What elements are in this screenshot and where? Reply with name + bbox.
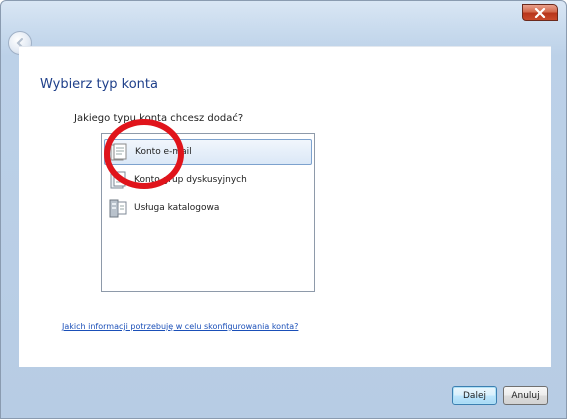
list-item-label: Konto grup dyskusyjnych [134, 175, 247, 185]
email-account-icon [108, 141, 130, 163]
account-type-list[interactable]: Konto e-mail Konto grup dyskusyjnych Usł… [101, 133, 315, 292]
content-panel: Wybierz typ konta Jakiego typu konta chc… [19, 46, 551, 367]
list-item-email-account[interactable]: Konto e-mail [104, 139, 312, 165]
page-title: Wybierz typ konta [40, 77, 158, 92]
title-bar [1, 1, 566, 25]
cancel-button[interactable]: Anuluj [503, 386, 548, 405]
newsgroup-account-icon [107, 169, 129, 191]
dialog-window: Wybierz typ konta Jakiego typu konta chc… [0, 0, 567, 419]
button-bar: Dalej Anuluj [1, 366, 566, 418]
list-item-newsgroup-account[interactable]: Konto grup dyskusyjnych [104, 167, 312, 193]
next-button[interactable]: Dalej [452, 386, 497, 405]
close-icon [534, 7, 546, 18]
help-link[interactable]: Jakich informacji potrzebuję w celu skon… [62, 322, 298, 331]
list-item-directory-service[interactable]: Usługa katalogowa [104, 195, 312, 221]
list-item-label: Konto e-mail [135, 147, 192, 157]
directory-service-icon [107, 197, 129, 219]
list-item-label: Usługa katalogowa [134, 203, 220, 213]
account-type-question: Jakiego typu konta chcesz dodać? [74, 113, 244, 124]
close-button[interactable] [522, 4, 558, 21]
